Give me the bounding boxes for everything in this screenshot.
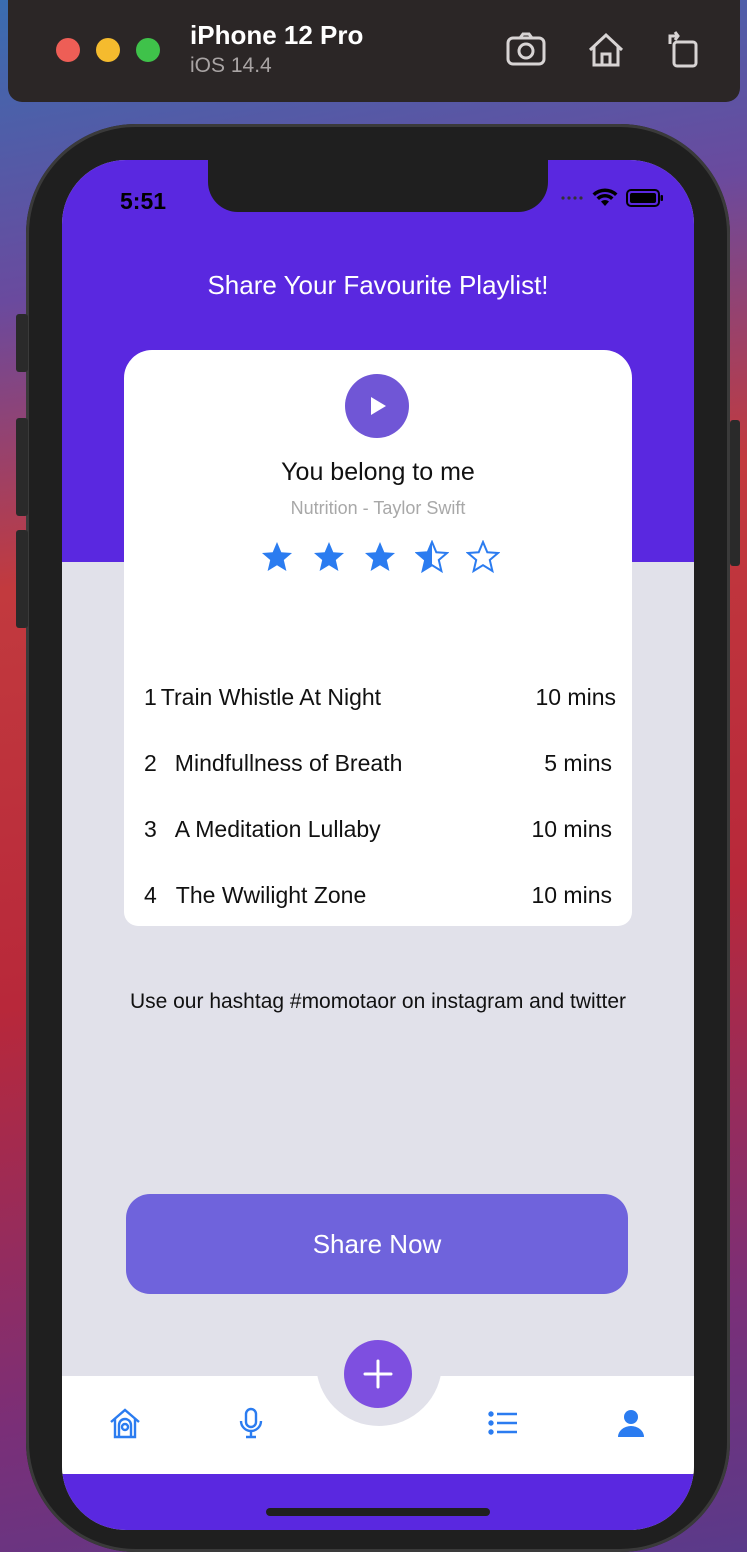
playlist-card: You belong to me Nutrition - Taylor Swif… xyxy=(124,350,632,926)
signal-icon xyxy=(561,196,583,200)
status-icons xyxy=(560,188,664,208)
track-row[interactable]: 1 Train Whistle At Night 10 mins xyxy=(144,677,616,717)
tab-microphone[interactable] xyxy=(234,1406,268,1440)
volume-down-button xyxy=(16,530,28,628)
device-os-version: iOS 14.4 xyxy=(190,54,272,77)
wifi-icon xyxy=(592,188,618,206)
track-number: 2 xyxy=(144,749,157,776)
track-duration: 5 mins xyxy=(544,749,612,776)
screenshot-icon[interactable] xyxy=(504,28,548,72)
track-row[interactable]: 4 The Wwilight Zone 10 mins xyxy=(144,875,612,915)
track-name: Mindfullness of Breath xyxy=(174,749,403,776)
star-filled-icon xyxy=(313,542,344,571)
phone-screen: 5:51 Share Your Favourite Playlist! You … xyxy=(62,160,694,1530)
track-number: 1 xyxy=(144,683,157,710)
simulator-title-bar: iPhone 12 Pro iOS 14.4 xyxy=(8,0,740,102)
track-duration: 10 mins xyxy=(531,881,612,908)
play-button[interactable] xyxy=(345,374,409,438)
track-row[interactable]: 2 Mindfullness of Breath 5 mins xyxy=(144,743,612,783)
close-window-button[interactable] xyxy=(56,38,80,62)
silent-switch xyxy=(16,314,28,372)
song-subtitle: Nutrition - Taylor Swift xyxy=(290,498,466,518)
track-duration: 10 mins xyxy=(531,815,612,842)
page-title: Share Your Favourite Playlist! xyxy=(207,270,549,300)
star-rating[interactable] xyxy=(260,540,500,574)
minimize-window-button[interactable] xyxy=(96,38,120,62)
star-filled-icon xyxy=(262,542,292,571)
home-icon xyxy=(110,1408,140,1439)
home-indicator[interactable] xyxy=(266,1508,490,1516)
track-duration: 10 mins xyxy=(535,683,616,710)
track-number: 3 xyxy=(144,815,157,842)
device-name: iPhone 12 Pro xyxy=(190,20,364,50)
track-name: The Wwilight Zone xyxy=(175,881,367,908)
tab-list[interactable] xyxy=(486,1406,520,1440)
volume-up-button xyxy=(16,418,28,516)
hashtag-text: Use our hashtag #momotaor on instagram a… xyxy=(129,990,627,1013)
add-button[interactable] xyxy=(344,1340,412,1408)
home-icon[interactable] xyxy=(584,28,628,72)
share-now-button[interactable]: Share Now xyxy=(126,1194,628,1294)
status-time: 5:51 xyxy=(120,188,167,214)
star-filled-icon xyxy=(365,542,395,571)
power-button xyxy=(730,420,740,566)
profile-icon xyxy=(618,1410,644,1437)
track-name: A Meditation Lullaby xyxy=(174,815,381,842)
star-empty-icon xyxy=(466,540,500,574)
battery-icon xyxy=(626,189,663,207)
track-row[interactable]: 3 A Meditation Lullaby 10 mins xyxy=(144,809,612,849)
rotate-icon[interactable] xyxy=(662,28,706,72)
tab-home[interactable] xyxy=(108,1406,142,1440)
add-icon xyxy=(363,1359,393,1389)
play-icon xyxy=(371,397,386,415)
tab-profile[interactable] xyxy=(614,1406,648,1440)
zoom-window-button[interactable] xyxy=(136,38,160,62)
microphone-icon xyxy=(239,1407,263,1439)
track-name: Train Whistle At Night xyxy=(160,683,382,710)
track-number: 4 xyxy=(144,881,157,908)
list-icon xyxy=(488,1411,517,1435)
notch xyxy=(208,160,548,212)
star-half-icon xyxy=(414,540,449,574)
song-title: You belong to me xyxy=(281,458,475,486)
bottom-band xyxy=(62,1474,694,1530)
